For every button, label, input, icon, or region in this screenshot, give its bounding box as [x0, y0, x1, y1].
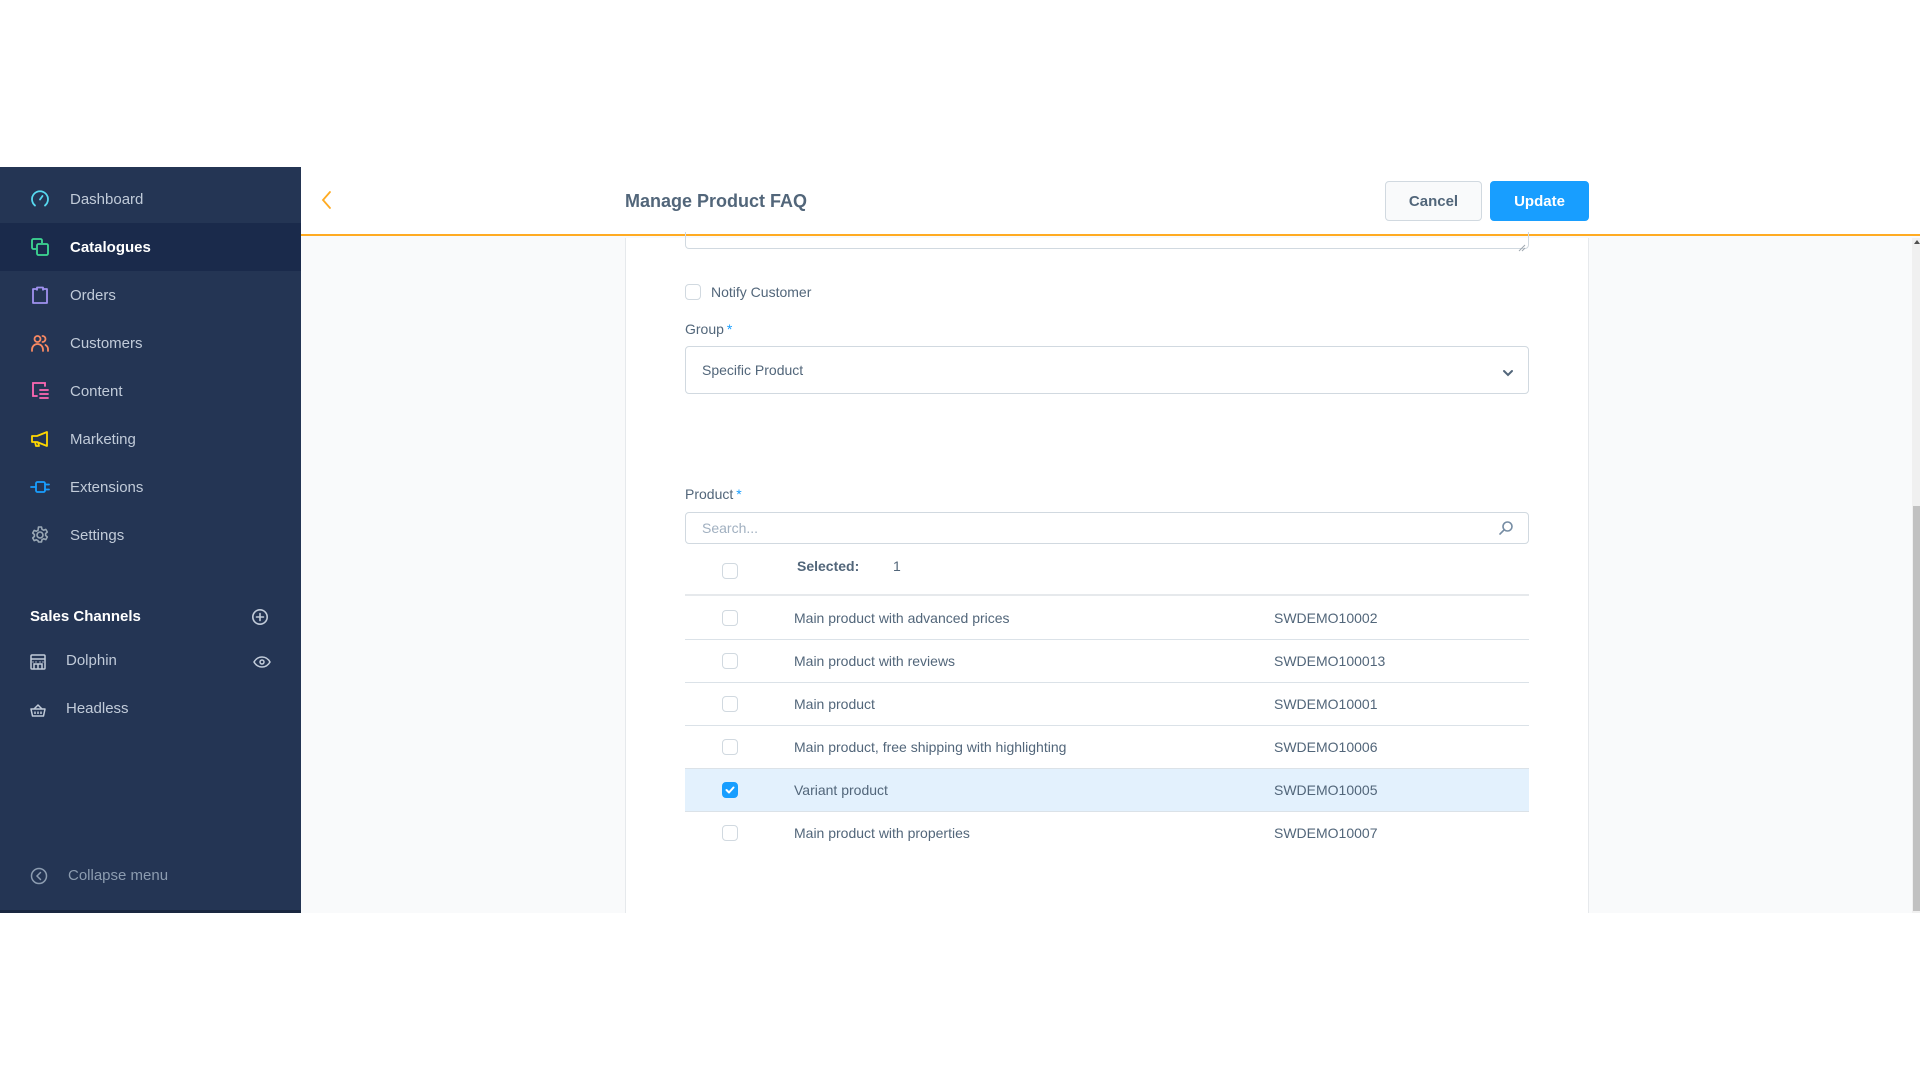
sidebar-item-label: Marketing — [70, 430, 136, 448]
required-marker: * — [726, 321, 733, 337]
select-all-checkbox[interactable] — [722, 563, 738, 579]
sidebar-item-label: Settings — [70, 526, 125, 544]
sidebar-item-catalogues[interactable]: Catalogues — [0, 223, 301, 271]
sales-channel-label: Dolphin — [66, 652, 117, 669]
product-name: Main product with advanced prices — [794, 610, 1010, 626]
storefront-icon — [29, 653, 47, 671]
group-select-value: Specific Product — [702, 362, 804, 378]
product-sku: SWDEMO10007 — [1274, 825, 1378, 841]
chevron-left-icon — [321, 191, 331, 209]
product-row-checkbox[interactable] — [722, 782, 738, 798]
product-name: Main product with reviews — [794, 653, 956, 669]
product-row-checkbox[interactable] — [722, 653, 738, 669]
page-scrollbar[interactable] — [1912, 238, 1920, 913]
chevron-down-icon — [1502, 365, 1514, 377]
product-list: Main product with advanced prices SWDEMO1… — [685, 597, 1529, 855]
required-marker: * — [736, 486, 742, 502]
sidebar-item-label: Extensions — [70, 478, 144, 496]
back-button[interactable] — [319, 189, 339, 213]
sidebar-item-customers[interactable]: Customers — [0, 319, 301, 367]
group-select[interactable]: Specific Product — [685, 346, 1529, 394]
product-row[interactable]: Variant product SWDEMO10005 — [685, 769, 1529, 812]
sidebar-bottom-border — [0, 910, 301, 913]
sidebar-item-label: Orders — [70, 286, 116, 304]
product-sku: SWDEMO10002 — [1274, 610, 1378, 626]
search-icon[interactable] — [1498, 520, 1514, 536]
sidebar-item-label: Dashboard — [70, 190, 144, 208]
product-row-checkbox[interactable] — [722, 825, 738, 841]
sales-channels-title: Sales Channels — [30, 608, 141, 625]
sidebar-item-marketing[interactable]: Marketing — [0, 415, 301, 463]
basket-icon — [29, 701, 47, 719]
checkmark-icon — [725, 786, 735, 794]
checkbox[interactable] — [685, 284, 701, 300]
answer-textarea[interactable] — [685, 232, 1529, 252]
sidebar-item-orders[interactable]: Orders — [0, 271, 301, 319]
product-search — [685, 512, 1529, 544]
sales-channel-label: Headless — [66, 700, 129, 717]
group-label: Group * — [685, 321, 732, 337]
sidebar-item-label: Customers — [70, 334, 143, 352]
product-row[interactable]: Main product SWDEMO10001 — [685, 683, 1529, 726]
sales-channel-dolphin[interactable]: Dolphin — [0, 642, 301, 682]
collapse-menu-button[interactable]: Collapse menu — [0, 857, 301, 897]
product-row[interactable]: Main product with advanced prices SWDEMO1… — [685, 597, 1529, 640]
app-window: Dashboard Catalogues Orders Customers Co… — [0, 167, 1920, 913]
product-row[interactable]: Main product with properties SWDEMO10007 — [685, 812, 1529, 855]
product-label: Product * — [685, 486, 742, 502]
group-label-text: Group — [685, 321, 724, 337]
product-sku: SWDEMO10001 — [1274, 696, 1378, 712]
selected-count: 1 — [893, 558, 901, 574]
resize-handle-icon[interactable] — [1518, 239, 1526, 252]
extensions-plug-icon — [29, 476, 51, 498]
sidebar: Dashboard Catalogues Orders Customers Co… — [0, 167, 301, 913]
scrollbar-thumb[interactable] — [1913, 506, 1920, 911]
customers-icon — [29, 332, 51, 354]
sidebar-item-label: Content — [70, 382, 123, 400]
page-header: Manage Product FAQ Cancel Update — [301, 167, 1920, 236]
product-name: Main product — [794, 696, 875, 712]
product-sku: SWDEMO10006 — [1274, 739, 1378, 755]
sales-channel-headless[interactable]: Headless — [0, 690, 301, 730]
product-row-checkbox[interactable] — [722, 610, 738, 626]
catalogues-icon — [29, 236, 51, 258]
collapse-menu-label: Collapse menu — [68, 867, 169, 884]
notify-customer-checkbox[interactable]: Notify Customer — [685, 284, 811, 300]
page-title: Manage Product FAQ — [625, 191, 808, 211]
faq-form-card: Notify Customer Group * Specific Product … — [625, 232, 1589, 913]
sidebar-item-extensions[interactable]: Extensions — [0, 463, 301, 511]
eye-icon[interactable] — [253, 655, 271, 669]
sidebar-item-dashboard[interactable]: Dashboard — [0, 175, 301, 223]
sidebar-item-settings[interactable]: Settings — [0, 511, 301, 559]
product-search-input[interactable] — [686, 513, 1486, 543]
settings-gear-icon — [29, 524, 51, 546]
product-sku: SWDEMO100013 — [1274, 653, 1386, 669]
dashboard-gauge-icon — [29, 188, 51, 210]
orders-bag-icon — [29, 284, 51, 306]
product-label-text: Product — [685, 486, 734, 502]
scroll-up-arrow-icon[interactable] — [1914, 240, 1920, 244]
update-button[interactable]: Update — [1490, 181, 1589, 221]
product-row-checkbox[interactable] — [722, 739, 738, 755]
sidebar-item-label: Catalogues — [70, 238, 151, 256]
product-row[interactable]: Main product with reviews SWDEMO100013 — [685, 640, 1529, 683]
selected-label: Selected: — [797, 558, 860, 574]
product-row[interactable]: Main product, free shipping with highlig… — [685, 726, 1529, 769]
plus-circle-icon — [252, 609, 268, 625]
marketing-megaphone-icon — [29, 428, 51, 450]
sidebar-item-content[interactable]: Content — [0, 367, 301, 415]
selection-header: Selected: 1 — [685, 544, 1529, 596]
chevron-left-circle-icon — [30, 867, 48, 885]
add-sales-channel-button[interactable] — [251, 608, 269, 626]
product-name: Variant product — [794, 782, 888, 798]
product-name: Main product, free shipping with highlig… — [794, 739, 1067, 755]
cancel-button[interactable]: Cancel — [1385, 181, 1482, 221]
product-sku: SWDEMO10005 — [1274, 782, 1378, 798]
product-row-checkbox[interactable] — [722, 696, 738, 712]
notify-customer-label: Notify Customer — [711, 284, 812, 300]
content-icon — [29, 380, 51, 402]
product-name: Main product with properties — [794, 825, 970, 841]
